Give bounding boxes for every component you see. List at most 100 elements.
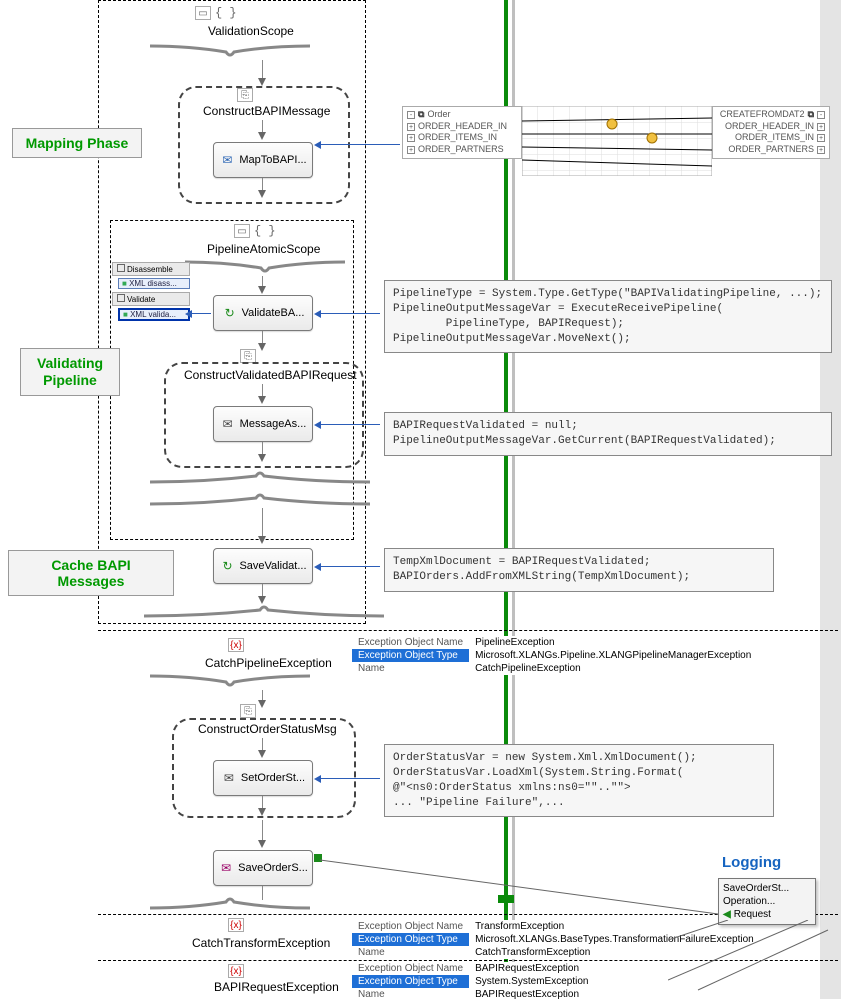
arrow-to-validate-code: [320, 313, 380, 314]
exception-icon: {x}: [228, 638, 244, 652]
scope-icon: ▭: [234, 224, 250, 238]
connector: [262, 820, 263, 842]
prop-value: Microsoft.XLANGs.Pipeline.XLANGPipelineM…: [469, 649, 757, 662]
plus-icon[interactable]: +: [407, 134, 415, 142]
catch-pipeline-label: CatchPipelineException: [205, 656, 332, 670]
phase-validating: Validating Pipeline: [20, 348, 120, 396]
prop-label: Name: [352, 988, 469, 1001]
arrow-down-icon: [258, 343, 266, 351]
savevalidat-code-text: TempXmlDocument = BAPIRequestValidated; …: [393, 556, 690, 583]
prop-label[interactable]: Exception Object Type: [352, 975, 469, 988]
map-to-bapi-shape[interactable]: ✉ MapToBAPI...: [213, 142, 313, 178]
mapper-left-2: ORDER_PARTNERS: [418, 144, 504, 156]
minus-icon[interactable]: -: [407, 111, 415, 119]
save-validat-text: SaveValidat...: [239, 560, 306, 572]
construct-bapi-label: ConstructBAPIMessage: [203, 104, 330, 118]
messageas-code-text: BAPIRequestValidated = null; PipelineOut…: [393, 420, 776, 447]
divider: [98, 630, 838, 632]
prop-label[interactable]: Exception Object Type: [352, 933, 469, 946]
validate-ba-shape[interactable]: ↻ ValidateBA...: [213, 295, 313, 331]
catch-pipeline-text: CatchPipelineException: [205, 656, 332, 670]
catch-transform-label: CatchTransformException: [192, 936, 330, 950]
mapper-panel: -⧉Order +ORDER_HEADER_IN +ORDER_ITEMS_IN…: [402, 106, 832, 186]
set-orderst-shape[interactable]: ✉ SetOrderSt...: [213, 760, 313, 796]
mapper-left-0: ORDER_HEADER_IN: [418, 121, 507, 133]
curly-bottom: [150, 468, 370, 486]
arrow-down-icon: [258, 78, 266, 86]
braces-icon: { }: [215, 6, 237, 20]
bapi-req-ex-icon-row: {x}: [228, 964, 244, 978]
pipe-stage-2: Validate: [127, 295, 155, 304]
construct-icon: ⎘: [240, 349, 256, 363]
arrow-down-icon: [258, 808, 266, 816]
bapireq-exception-grid: Exception Object NameBAPIRequestExceptio…: [352, 962, 594, 1001]
curly-bottom-3: [144, 602, 384, 620]
send-icon: ✉: [218, 860, 234, 876]
arrow-down-icon: [258, 286, 266, 294]
phase-mapping: Mapping Phase: [12, 128, 142, 158]
prop-value: PipelineException: [469, 636, 757, 649]
validate-code-text: PipelineType = System.Type.GetType("BAPI…: [393, 288, 822, 345]
mapper-right-2: ORDER_PARTNERS: [728, 144, 814, 156]
catch-pipeline-icon-row: {x}: [228, 638, 244, 652]
pipeline-scope-text: PipelineAtomicScope: [207, 242, 320, 256]
validation-scope-text: ValidationScope: [208, 24, 294, 38]
plus-icon[interactable]: +: [407, 146, 415, 154]
setorder-code-panel: OrderStatusVar = new System.Xml.XmlDocum…: [384, 744, 774, 817]
log-line-1: SaveOrderSt...: [723, 882, 811, 895]
arrow-down-icon: [258, 536, 266, 544]
message-as-shape[interactable]: ✉ MessageAs...: [213, 406, 313, 442]
phase-logging: Logging: [722, 854, 781, 871]
logging-port-window[interactable]: SaveOrderSt... Operation... ◀Request: [718, 878, 816, 925]
mapper-left-root: Order: [427, 109, 450, 121]
construct-validated-text: ConstructValidatedBAPIRequest: [184, 368, 357, 382]
set-orderst-text: SetOrderSt...: [241, 772, 305, 784]
construct-bapi-text: ConstructBAPIMessage: [203, 104, 330, 118]
mapper-right-0: ORDER_HEADER_IN: [725, 121, 814, 133]
send-to-port-line: [320, 856, 720, 926]
arrow-down-icon: [258, 454, 266, 462]
log-line-2: Operation...: [723, 895, 811, 908]
validation-scope-row: ▭ { }: [195, 6, 237, 20]
catch-transform-icon-row: {x}: [228, 918, 244, 932]
mapper-grid: [522, 106, 712, 176]
exception-icon: {x}: [228, 918, 244, 932]
prop-value: BAPIRequestException: [469, 962, 594, 975]
scope-icon: ▭: [195, 6, 211, 20]
arrow-down-icon: [258, 840, 266, 848]
braces-icon: { }: [254, 224, 276, 238]
arrow-to-save-code: [320, 566, 380, 567]
construct-bapi-icon-row: ⎘: [237, 88, 253, 102]
plus-icon[interactable]: +: [817, 134, 825, 142]
pipeline-mini: Disassemble ■ XML disass... Validate ■ X…: [112, 262, 190, 324]
grid-fan-lines: [668, 920, 838, 1000]
pipe-item-2[interactable]: XML valida...: [130, 310, 176, 319]
curly-top: [150, 672, 310, 690]
curly-bottom-2: [150, 490, 370, 508]
minus-icon[interactable]: -: [817, 111, 825, 119]
plus-icon[interactable]: +: [817, 146, 825, 154]
savevalidat-code-panel: TempXmlDocument = BAPIRequestValidated; …: [384, 548, 774, 592]
prop-value: CatchPipelineException: [469, 662, 757, 675]
prop-label[interactable]: Exception Object Type: [352, 649, 469, 662]
save-orders-shape[interactable]: ✉ SaveOrderS...: [213, 850, 313, 886]
save-validat-shape[interactable]: ↻ SaveValidat...: [213, 548, 313, 584]
pipe-stage-1: Disassemble: [127, 265, 173, 274]
plus-icon[interactable]: +: [817, 123, 825, 131]
arrow-from-pipe: [191, 313, 211, 314]
transform-icon: ✉: [219, 152, 235, 168]
mapper-left-1: ORDER_ITEMS_IN: [418, 132, 497, 144]
arrow-down-icon: [258, 132, 266, 140]
plus-icon[interactable]: +: [407, 123, 415, 131]
validate-code-panel: PipelineType = System.Type.GetType("BAPI…: [384, 280, 832, 353]
arrow-down-icon: [258, 700, 266, 708]
arrow-down-icon: [258, 750, 266, 758]
curly-top: [185, 258, 345, 276]
prop-label: Exception Object Name: [352, 636, 469, 649]
validate-ba-text: ValidateBA...: [242, 307, 305, 319]
map-to-bapi-text: MapToBAPI...: [239, 154, 306, 166]
save-orders-text: SaveOrderS...: [238, 862, 308, 874]
prop-value: System.SystemException: [469, 975, 594, 988]
exception-icon: {x}: [228, 964, 244, 978]
pipe-item-1[interactable]: XML disass...: [129, 279, 177, 288]
